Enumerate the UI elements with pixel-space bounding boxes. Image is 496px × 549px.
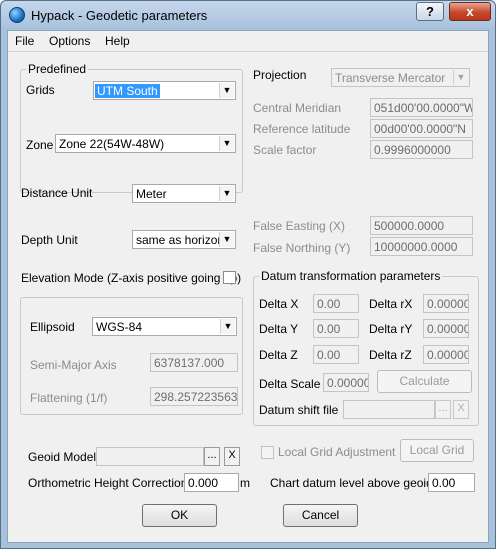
reference-latitude-field: 00d00'00.0000"N <box>370 119 473 138</box>
dialog-client: File Options Help Predefined Grids UTM S… <box>7 30 489 543</box>
chevron-down-icon: ▼ <box>219 232 234 247</box>
dialog-window: Hypack - Geodetic parameters ? x File Op… <box>0 0 496 549</box>
depth-unit-value: same as horizonta <box>136 233 220 247</box>
distance-unit-select[interactable]: Meter ▼ <box>132 184 236 203</box>
chevron-down-icon: ▼ <box>219 83 234 98</box>
chevron-down-icon: ▼ <box>453 70 468 85</box>
datum-shift-file-field <box>343 400 435 419</box>
ellipsoid-select[interactable]: WGS-84 ▼ <box>92 317 237 336</box>
local-grid-button[interactable]: Local Grid <box>400 439 474 462</box>
semi-major-field: 6378137.000 <box>150 353 238 372</box>
delta-z-label: Delta Z <box>259 348 298 362</box>
geoid-clear-icon[interactable]: X <box>224 447 240 466</box>
cancel-button[interactable]: Cancel <box>283 504 358 527</box>
predefined-legend: Predefined <box>26 62 89 76</box>
zone-label: Zone <box>26 138 54 152</box>
local-grid-checkbox[interactable] <box>261 446 274 459</box>
datum-shift-browse-button[interactable]: ... <box>435 400 451 419</box>
delta-y-field: 0.00 <box>313 319 359 338</box>
delta-rz-field: 0.00000 <box>423 345 469 364</box>
datum-legend: Datum transformation parameters <box>259 269 443 283</box>
calculate-button[interactable]: Calculate <box>377 370 472 393</box>
menu-options[interactable]: Options <box>49 34 90 48</box>
delta-ry-field: 0.00000 <box>423 319 469 338</box>
elevation-mode-checkbox[interactable] <box>223 271 236 284</box>
elevation-mode-label: Elevation Mode (Z-axis positive going up… <box>21 271 242 285</box>
geoid-browse-button[interactable]: ... <box>204 447 220 466</box>
delta-ry-label: Delta rY <box>369 322 413 336</box>
chart-datum-input[interactable]: 0.00 <box>428 473 475 492</box>
geoid-model-label: Geoid Model <box>28 450 97 464</box>
title-bar[interactable]: Hypack - Geodetic parameters ? x <box>1 1 495 29</box>
geoid-model-field <box>96 447 204 466</box>
grids-value: UTM South <box>95 84 160 98</box>
projection-label: Projection <box>253 68 307 82</box>
close-button[interactable]: x <box>449 2 491 21</box>
flattening-field: 298.257223563 <box>150 387 238 406</box>
ok-button[interactable]: OK <box>142 504 217 527</box>
scale-factor-field: 0.9996000000 <box>370 140 473 159</box>
reference-latitude-label: Reference latitude <box>253 122 351 136</box>
scale-factor-label: Scale factor <box>253 143 317 157</box>
false-northing-field: 10000000.0000 <box>370 237 473 256</box>
chart-datum-label: Chart datum level above geoid <box>270 476 433 490</box>
delta-rx-field: 0.00000 <box>423 294 469 313</box>
central-meridian-label: Central Meridian <box>253 101 342 115</box>
grids-select[interactable]: UTM South ▼ <box>93 81 236 100</box>
false-northing-label: False Northing (Y) <box>253 241 351 255</box>
grids-label: Grids <box>26 83 55 97</box>
local-grid-adjustment-label: Local Grid Adjustment <box>278 445 396 459</box>
central-meridian-field: 051d00'00.0000"W <box>370 98 473 117</box>
ortho-height-label: Orthometric Height Correction <box>28 476 188 490</box>
distance-unit-value: Meter <box>136 187 167 201</box>
delta-scale-label: Delta Scale <box>259 377 321 391</box>
delta-z-field: 0.00 <box>313 345 359 364</box>
menu-help[interactable]: Help <box>105 34 130 48</box>
false-easting-field: 500000.0000 <box>370 216 473 235</box>
ortho-height-input[interactable]: 0.000 <box>184 473 239 492</box>
depth-unit-select[interactable]: same as horizonta ▼ <box>132 230 236 249</box>
chevron-down-icon: ▼ <box>220 319 235 334</box>
datum-shift-clear-icon[interactable]: X <box>453 400 469 419</box>
false-easting-label: False Easting (X) <box>253 219 346 233</box>
zone-value: Zone 22(54W-48W) <box>59 137 165 151</box>
app-globe-icon <box>9 7 25 23</box>
projection-select[interactable]: Transverse Mercator ▼ <box>331 68 470 87</box>
menu-file[interactable]: File <box>15 34 34 48</box>
datum-shift-file-label: Datum shift file <box>259 403 339 417</box>
distance-unit-label: Distance Unit <box>21 186 93 200</box>
ortho-height-unit: m <box>240 476 250 490</box>
delta-rz-label: Delta rZ <box>369 348 412 362</box>
ellipsoid-value: WGS-84 <box>96 320 143 334</box>
menu-bar: File Options Help <box>8 31 488 52</box>
chevron-down-icon: ▼ <box>219 136 234 151</box>
ellipsoid-label: Ellipsoid <box>30 320 75 334</box>
chevron-down-icon: ▼ <box>219 186 234 201</box>
window-title: Hypack - Geodetic parameters <box>31 8 208 23</box>
depth-unit-label: Depth Unit <box>21 233 78 247</box>
delta-scale-field: 0.00000 <box>323 373 369 392</box>
delta-y-label: Delta Y <box>259 322 299 336</box>
delta-rx-label: Delta rX <box>369 297 413 311</box>
delta-x-field: 0.00 <box>313 294 359 313</box>
projection-value: Transverse Mercator <box>335 71 446 85</box>
flattening-label: Flattening (1/f) <box>30 391 108 405</box>
help-button[interactable]: ? <box>416 2 444 21</box>
semi-major-label: Semi-Major Axis <box>30 358 117 372</box>
delta-x-label: Delta X <box>259 297 299 311</box>
zone-select[interactable]: Zone 22(54W-48W) ▼ <box>55 134 236 153</box>
